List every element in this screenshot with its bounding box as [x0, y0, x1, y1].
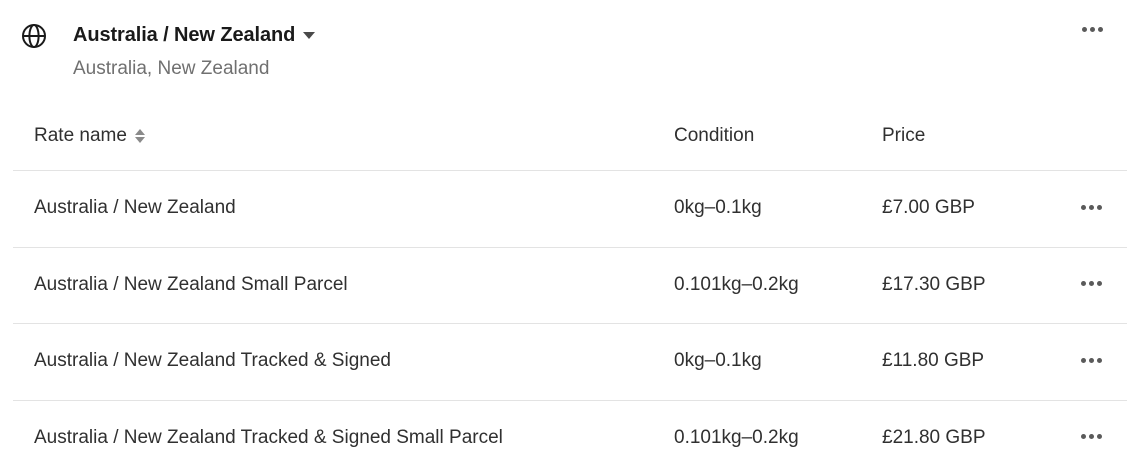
ellipsis-dot	[1088, 434, 1094, 439]
row-more-actions-button[interactable]	[1077, 427, 1105, 447]
column-header-rate-name[interactable]: Rate name	[34, 125, 145, 147]
ellipsis-dot	[1088, 357, 1094, 363]
zone-title: Australia / New Zealand	[73, 24, 296, 46]
price-cell: £7.00 GBP	[882, 197, 975, 218]
ellipsis-dot	[1080, 281, 1086, 286]
ellipsis-dot	[1096, 434, 1102, 439]
table-row: Australia / New Zealand Tracked & Signed…	[13, 324, 1127, 401]
rate-name-cell: Australia / New Zealand	[34, 197, 236, 218]
condition-cell: 0kg–0.1kg	[674, 197, 762, 218]
ellipsis-dot	[1081, 26, 1087, 32]
globe-icon	[22, 24, 46, 48]
ellipsis-dot	[1096, 204, 1102, 210]
ellipsis-dot	[1088, 204, 1094, 210]
row-more-actions-button[interactable]	[1077, 197, 1105, 217]
zone-more-actions-button[interactable]	[1078, 19, 1106, 39]
ellipsis-dot	[1097, 26, 1103, 32]
ellipsis-dot	[1096, 357, 1102, 363]
table-row: Australia / New Zealand Tracked & Signed…	[13, 401, 1127, 472]
condition-cell: 0.101kg–0.2kg	[674, 426, 799, 448]
rate-name-header-label: Rate name	[34, 125, 127, 146]
column-header-price: Price	[882, 125, 926, 146]
caret-down-icon	[303, 32, 316, 39]
condition-cell: 0.101kg–0.2kg	[674, 273, 799, 295]
ellipsis-dot	[1089, 26, 1095, 32]
ellipsis-dot	[1080, 204, 1086, 210]
zone-countries: Australia, New Zealand	[73, 58, 270, 79]
price-cell: £17.30 GBP	[882, 273, 986, 295]
rate-name-cell: Australia / New Zealand Small Parcel	[34, 273, 348, 295]
rate-name-cell: Australia / New Zealand Tracked & Signed…	[34, 426, 503, 448]
zone-title-dropdown[interactable]: Australia / New Zealand	[73, 24, 316, 47]
price-cell: £11.80 GBP	[882, 350, 985, 371]
ellipsis-dot	[1088, 281, 1094, 286]
condition-cell: 0kg–0.1kg	[674, 350, 762, 371]
table-header: Rate name Condition Price	[13, 100, 1127, 171]
ellipsis-dot	[1080, 434, 1086, 439]
price-cell: £21.80 GBP	[882, 426, 986, 448]
row-more-actions-button[interactable]	[1077, 350, 1105, 370]
shipping-zone-header: Australia / New Zealand Australia, New Z…	[0, 0, 1140, 100]
rates-table: Rate name Condition Price Australia / Ne…	[13, 100, 1127, 472]
column-header-condition: Condition	[674, 125, 755, 146]
rate-name-cell: Australia / New Zealand Tracked & Signed	[34, 350, 391, 371]
sort-icon[interactable]	[134, 128, 145, 144]
table-row: Australia / New Zealand 0kg–0.1kg £7.00 …	[13, 171, 1127, 248]
row-more-actions-button[interactable]	[1077, 274, 1105, 294]
ellipsis-dot	[1096, 281, 1102, 286]
table-row: Australia / New Zealand Small Parcel 0.1…	[13, 248, 1127, 324]
ellipsis-dot	[1080, 357, 1086, 363]
